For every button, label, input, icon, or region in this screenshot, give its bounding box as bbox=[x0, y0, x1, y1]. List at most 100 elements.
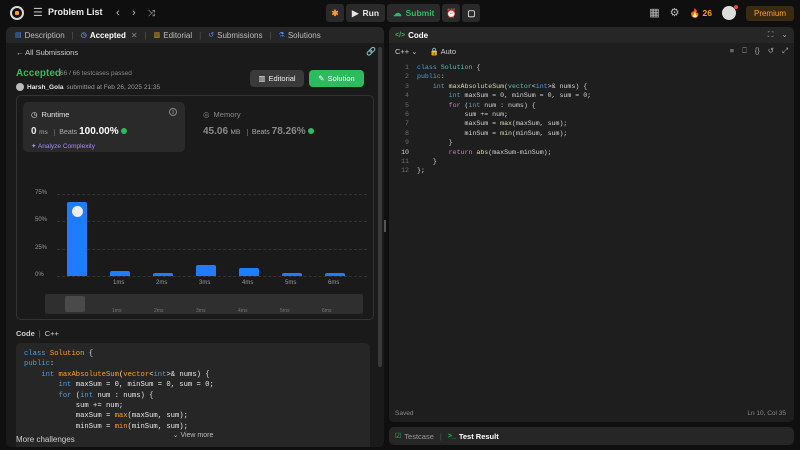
chart-bar[interactable] bbox=[239, 268, 259, 276]
reset-icon[interactable]: ↺ bbox=[768, 46, 774, 56]
code-preview[interactable]: class Solution { public: int maxAbsolute… bbox=[16, 343, 370, 447]
solution-button[interactable]: ✎ Solution bbox=[309, 70, 364, 87]
x-tick-label: 5ms bbox=[285, 280, 297, 286]
tab-separator: | bbox=[199, 30, 202, 40]
tab-description[interactable]: ▤ Description bbox=[12, 31, 68, 40]
streak-counter[interactable]: 🔥 26 bbox=[690, 8, 712, 19]
runtime-box[interactable]: ◷ Runtime i 0 ms Beats 100.00% ✦ Analyze … bbox=[23, 102, 185, 152]
submit-button[interactable]: ☁ Submit bbox=[387, 4, 441, 22]
notes-button[interactable]: ▢ bbox=[462, 4, 481, 22]
line-number: 6 bbox=[405, 111, 409, 118]
x-tick-label: 3ms bbox=[199, 280, 211, 286]
bug-icon: ✱ bbox=[331, 7, 339, 18]
chevron-down-icon[interactable]: ⌄ bbox=[781, 30, 788, 40]
chart-bar[interactable] bbox=[110, 270, 130, 276]
line-number: 7 bbox=[405, 120, 409, 128]
flask-icon: ⚗ bbox=[278, 32, 285, 39]
debug-button[interactable]: ✱ bbox=[326, 4, 344, 22]
chart-bar[interactable] bbox=[153, 272, 173, 276]
line-number: 11 bbox=[401, 158, 409, 165]
left-scrollbar[interactable] bbox=[378, 47, 382, 367]
avatar[interactable] bbox=[721, 5, 738, 20]
layout-icon[interactable]: ▦ bbox=[649, 7, 659, 19]
language-select[interactable]: C++ ⌄ bbox=[395, 47, 418, 56]
close-icon[interactable]: ✕ bbox=[131, 31, 138, 40]
leetcode-logo[interactable] bbox=[10, 6, 24, 20]
x-tick-label: 4ms bbox=[242, 280, 254, 286]
line-number: 3 bbox=[405, 82, 409, 90]
chart-bar[interactable] bbox=[282, 272, 302, 276]
gridline bbox=[57, 194, 367, 195]
analyze-complexity-link[interactable]: ✦ Analyze Complexity bbox=[31, 142, 95, 150]
panel-resize-handle[interactable] bbox=[384, 220, 386, 232]
maximize-icon[interactable]: ⛶ bbox=[768, 30, 774, 40]
code-line: maxSum = max(maxSum, sum); bbox=[417, 120, 568, 128]
separator: | bbox=[38, 329, 41, 338]
editor-status-bar: Saved Ln 10, Col 35 bbox=[389, 406, 794, 422]
code-line: int maxAbsoluteSum(vector<int>& nums) { bbox=[432, 82, 588, 90]
code-tab[interactable]: </> Code bbox=[389, 27, 794, 43]
code-line: int maxSum = 0, minSum = 0, sum = 0; bbox=[58, 381, 214, 390]
alarm-button[interactable]: ⏰ bbox=[442, 4, 461, 22]
pencil-icon: ✎ bbox=[318, 74, 325, 83]
minimap-tick-label: 5ms bbox=[280, 308, 290, 314]
y-tick-label: 25% bbox=[35, 244, 48, 251]
notes-icon[interactable]: ≡ bbox=[730, 46, 734, 56]
chevron-down-icon: ⌄ bbox=[172, 432, 179, 439]
clock-icon: ◷ bbox=[31, 110, 38, 119]
fire-icon: 🔥 bbox=[689, 7, 701, 18]
range-handle[interactable] bbox=[65, 296, 85, 312]
code-line: minSum = min(minSum, sum); bbox=[417, 129, 568, 137]
stats-card: ◷ Runtime i 0 ms Beats 100.00% ✦ Analyze … bbox=[16, 95, 374, 320]
tab-accepted[interactable]: ◷ Accepted ✕ bbox=[78, 31, 141, 40]
problem-list-link[interactable]: Problem List bbox=[48, 7, 103, 17]
line-number: 8 bbox=[405, 129, 409, 137]
x-tick-label: 2ms bbox=[156, 280, 168, 286]
chevron-left-icon[interactable]: ‹ bbox=[116, 7, 120, 19]
gear-icon[interactable]: ⚙ bbox=[670, 7, 680, 19]
chart-bar[interactable] bbox=[196, 265, 216, 276]
tab-separator: | bbox=[144, 30, 147, 40]
run-button[interactable]: ▶ Run bbox=[346, 4, 386, 22]
submitter-info: Harsh_Gola submitted at Feb 26, 2025 21:… bbox=[16, 83, 160, 91]
bookmark-icon[interactable]: ⎕ bbox=[742, 46, 747, 56]
tab-solutions[interactable]: ⚗ Solutions bbox=[276, 31, 324, 40]
link-icon[interactable]: 🔗 bbox=[366, 47, 376, 56]
code-line: } bbox=[417, 158, 437, 165]
code-line: for (int num : nums) { bbox=[448, 101, 536, 109]
runtime-value: 0 ms Beats 100.00% bbox=[31, 126, 127, 137]
history-icon: ↺ bbox=[208, 32, 215, 39]
gridline bbox=[57, 276, 367, 277]
y-tick-label: 0% bbox=[35, 272, 44, 278]
tab-submissions[interactable]: ↺ Submissions bbox=[205, 31, 265, 40]
description-icon: ▤ bbox=[15, 32, 22, 39]
braces-icon[interactable]: {} bbox=[755, 46, 760, 56]
editorial-button[interactable]: ▥ Editorial bbox=[250, 70, 304, 87]
shuffle-icon[interactable]: ⤨ bbox=[148, 7, 155, 19]
all-submissions-link[interactable]: ← All Submissions bbox=[16, 48, 78, 57]
tab-separator: | bbox=[71, 30, 74, 40]
line-number: 5 bbox=[405, 101, 409, 109]
book-icon: ▥ bbox=[153, 32, 161, 39]
minimap-tick-label: 6ms bbox=[322, 308, 332, 314]
code-line: public: bbox=[417, 73, 445, 81]
chart-bar[interactable] bbox=[325, 272, 345, 276]
chevron-right-icon[interactable]: › bbox=[132, 7, 136, 19]
info-icon[interactable]: i bbox=[169, 108, 177, 116]
auto-mode[interactable]: 🔒 Auto bbox=[430, 47, 456, 56]
list-icon[interactable]: ☰ bbox=[33, 7, 43, 19]
memory-box[interactable]: ◎ Memory 45.06 MB Beats 78.26% bbox=[195, 102, 365, 152]
expand-icon[interactable]: ⤢ bbox=[782, 46, 788, 56]
username[interactable]: Harsh_Gola bbox=[27, 84, 64, 91]
premium-button[interactable]: Premium bbox=[745, 5, 794, 21]
submitted-time: submitted at Feb 26, 2025 21:35 bbox=[66, 83, 161, 91]
x-tick-label: 1ms bbox=[113, 280, 125, 286]
user-avatar[interactable] bbox=[16, 83, 24, 91]
tab-test-result[interactable]: >_ Test Result bbox=[448, 432, 499, 441]
tab-testcase[interactable]: ☑ Testcase bbox=[395, 432, 434, 441]
code-line: for (int num : nums) { bbox=[58, 391, 154, 400]
chart-range-slider[interactable]: 1ms 2ms 3ms 4ms 5ms 6ms bbox=[45, 294, 363, 314]
cursor-position[interactable]: Ln 10, Col 35 bbox=[747, 410, 786, 417]
tab-editorial[interactable]: ▥ Editorial bbox=[151, 31, 196, 40]
code-editor[interactable]: 1 2 3 4 5 6 7 8 9 10 11 12 class Solution { public:… bbox=[389, 63, 794, 403]
